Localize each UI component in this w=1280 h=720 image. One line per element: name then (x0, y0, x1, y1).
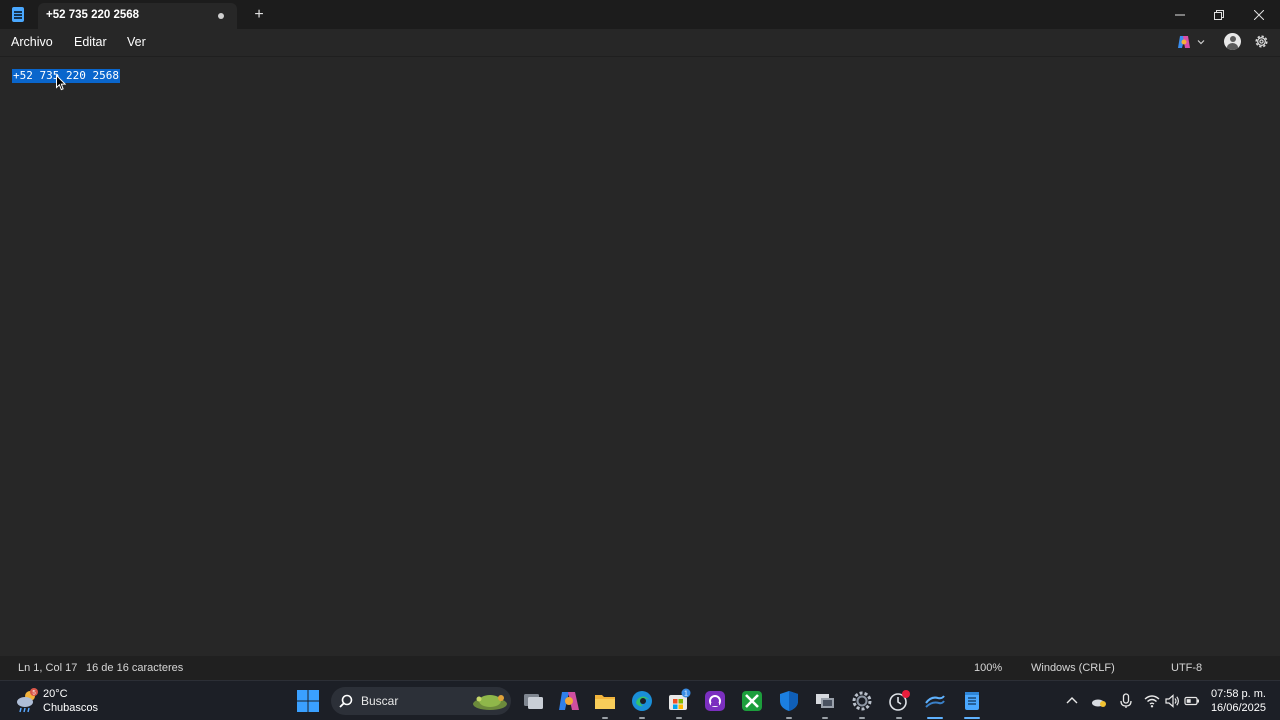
copilot-icon (1178, 36, 1190, 48)
shield-icon[interactable] (776, 688, 802, 714)
file-explorer-icon[interactable] (592, 688, 618, 714)
close-button[interactable] (1239, 0, 1279, 29)
settings-button[interactable] (1253, 33, 1270, 50)
unsaved-indicator-icon[interactable] (218, 13, 224, 19)
remote-desktop-icon[interactable] (812, 688, 838, 714)
text-editor[interactable]: +52 735 220 2568 (0, 56, 1280, 656)
search-highlight-icon (473, 695, 507, 710)
minimize-icon (1175, 14, 1185, 15)
recorder-icon[interactable] (886, 688, 912, 714)
title-bar: +52 735 220 2568 + (0, 0, 1280, 29)
taskbar-search-box[interactable]: Buscar (331, 687, 511, 715)
tab-document[interactable]: +52 735 220 2568 (38, 3, 237, 29)
copilot-button[interactable] (1176, 33, 1208, 51)
clock-time[interactable]: 07:58 p. m. (1208, 688, 1266, 700)
explorer-running-indicator (602, 717, 608, 719)
mouse-cursor-icon (56, 75, 66, 91)
wifi-icon[interactable] (1144, 693, 1160, 709)
new-tab-button[interactable]: + (249, 5, 269, 25)
edge-running-indicator (639, 717, 645, 719)
character-count: 16 de 16 caracteres (86, 662, 184, 674)
taskbar: 5 20°C Chubascos Buscar 1 07:58 p. m. 16… (0, 680, 1280, 720)
volume-icon[interactable] (1164, 693, 1180, 709)
menu-bar: Archivo Editar Ver (0, 29, 1280, 55)
weather-temperature: 20°C (43, 688, 68, 700)
minimize-button[interactable] (1160, 0, 1200, 29)
restore-icon (1214, 9, 1224, 20)
menu-ver[interactable]: Ver (127, 35, 146, 49)
profile-avatar[interactable] (1224, 33, 1241, 50)
media-app-icon[interactable] (702, 688, 728, 714)
gear-icon (1255, 35, 1268, 48)
task-view-icon[interactable] (520, 688, 546, 714)
status-bar: Ln 1, Col 17 16 de 16 caracteres 100% Wi… (0, 656, 1280, 680)
xbox-icon[interactable] (739, 688, 765, 714)
defender-running-indicator (786, 717, 792, 719)
onedrive-icon[interactable] (1091, 693, 1107, 709)
weather-rain-icon: 5 (17, 688, 38, 713)
fan-app-icon[interactable] (922, 688, 948, 714)
weather-condition: Chubascos (43, 702, 99, 714)
notepad-icon[interactable] (959, 688, 985, 714)
close-icon (1254, 9, 1264, 20)
microphone-icon[interactable] (1118, 693, 1134, 709)
search-placeholder: Buscar (361, 694, 399, 708)
store-running-indicator (676, 717, 682, 719)
windows-start-icon[interactable] (296, 689, 320, 713)
weather-widget[interactable]: 5 20°C Chubascos (14, 685, 104, 717)
notepad-active-indicator (964, 717, 980, 719)
chevron-down-icon (1197, 40, 1205, 45)
battery-icon[interactable] (1184, 693, 1200, 709)
clock-date[interactable]: 16/06/2025 (1208, 702, 1266, 714)
menu-archivo[interactable]: Archivo (11, 35, 53, 49)
chevron-up-icon[interactable] (1065, 694, 1079, 708)
recorder-running-indicator (896, 717, 902, 719)
menu-editar[interactable]: Editar (74, 35, 107, 49)
zoom-level[interactable]: 100% (974, 662, 1002, 674)
edge-icon[interactable] (629, 688, 655, 714)
notepad-app-icon (12, 7, 24, 22)
maximize-button[interactable] (1199, 0, 1239, 29)
line-ending[interactable]: Windows (CRLF) (1031, 662, 1115, 674)
cursor-position: Ln 1, Col 17 (18, 662, 78, 674)
store-icon[interactable]: 1 (666, 688, 692, 714)
settings-icon[interactable] (849, 688, 875, 714)
fan-app-active-indicator (927, 717, 943, 719)
tab-title: +52 735 220 2568 (46, 9, 140, 21)
remote-running-indicator (822, 717, 828, 719)
store-badge: 1 (684, 691, 688, 698)
copilot-icon[interactable] (556, 688, 582, 714)
settings-running-indicator (859, 717, 865, 719)
encoding[interactable]: UTF-8 (1171, 662, 1202, 674)
search-icon (339, 694, 353, 708)
